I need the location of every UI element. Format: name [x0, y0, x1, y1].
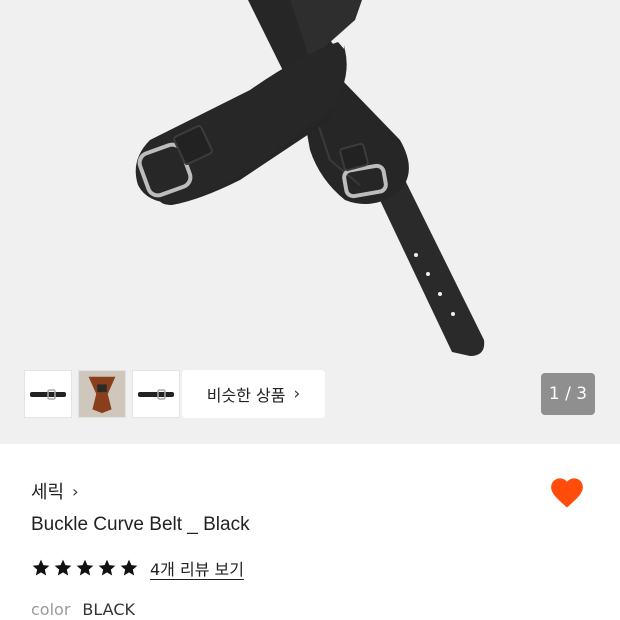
- thumbnail-3[interactable]: [132, 370, 180, 418]
- product-title: Buckle Curve Belt _ Black: [31, 514, 250, 535]
- color-value: BLACK: [82, 600, 135, 619]
- color-row: color BLACK: [31, 600, 135, 619]
- star-icon: [32, 559, 50, 576]
- thumbnail-2[interactable]: [78, 370, 126, 418]
- product-image-gallery[interactable]: 비슷한 상품 › 1 / 3: [0, 0, 620, 444]
- brand-name: 세릭: [31, 482, 65, 503]
- belt-thumbnail-icon: [138, 389, 174, 400]
- star-icon: [54, 559, 72, 576]
- brand-link[interactable]: 세릭 ›: [31, 478, 79, 504]
- star-rating: [31, 558, 139, 578]
- similar-products-label: 비슷한 상품: [206, 386, 286, 405]
- belt-thumbnail-icon: [30, 389, 66, 400]
- color-label: color: [31, 600, 71, 619]
- star-icon: [76, 559, 94, 576]
- star-icon: [98, 559, 116, 576]
- favorite-heart-icon[interactable]: [548, 474, 586, 512]
- image-page-indicator: 1 / 3: [541, 373, 595, 415]
- thumbnail-strip: [24, 370, 180, 418]
- star-icon: [120, 559, 138, 576]
- thumbnail-1[interactable]: [24, 370, 72, 418]
- similar-products-button[interactable]: 비슷한 상품 ›: [182, 370, 325, 418]
- chevron-right-icon: ›: [293, 384, 301, 404]
- rating-row: 4개 리뷰 보기: [31, 556, 244, 580]
- brown-belt-thumbnail-icon: [79, 371, 125, 417]
- chevron-right-icon: ›: [72, 481, 79, 501]
- review-link[interactable]: 4개 리뷰 보기: [150, 556, 244, 580]
